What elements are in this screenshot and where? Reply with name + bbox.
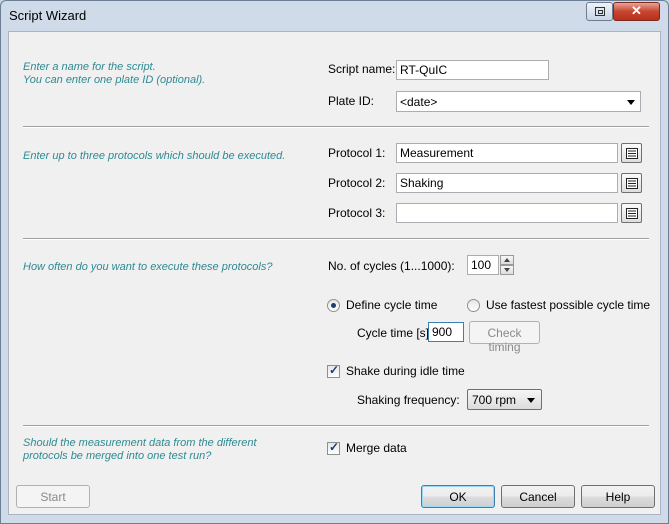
protocol-3-label: Protocol 3: [328,206,386,220]
shake-idle-label[interactable]: Shake during idle time [346,364,465,378]
dialog-body: Enter a name for the script. You can ent… [8,31,661,515]
restore-icon [595,7,605,16]
fastest-cycle-time-radio[interactable] [467,299,480,312]
protocols-hint: Enter up to three protocols which should… [23,150,286,162]
cycle-time-input[interactable]: 900 [428,322,464,342]
cycles-hint: How often do you want to execute these p… [23,261,273,273]
spin-up-icon[interactable] [500,255,514,265]
shake-idle-checkbox[interactable] [327,363,340,378]
cycles-label: No. of cycles (1...1000): [328,259,455,273]
shaking-frequency-combo[interactable]: 700 rpm [467,389,542,410]
script-name-label: Script name: [328,62,396,76]
protocol-3-browse-button[interactable] [621,203,642,223]
title-bar[interactable]: Script Wizard ✕ [1,1,668,31]
cycles-input[interactable]: 100 [467,255,499,275]
chevron-down-icon [627,100,635,105]
close-button[interactable]: ✕ [613,2,660,21]
cycle-time-label: Cycle time [s]: [357,326,433,340]
window-title: Script Wizard [9,8,87,23]
list-icon [626,148,638,159]
protocol-1-input[interactable]: Measurement [396,143,618,163]
spin-down-icon[interactable] [500,265,514,275]
list-icon [626,208,638,219]
script-name-input[interactable]: RT-QuIC [396,60,549,80]
ok-button[interactable]: OK [421,485,495,508]
merge-hint: Should the measurement data from the dif… [23,437,257,463]
restore-button[interactable] [586,2,613,21]
shaking-frequency-value: 700 rpm [472,393,517,407]
merge-data-label[interactable]: Merge data [346,441,407,455]
shaking-frequency-label: Shaking frequency: [357,393,460,407]
protocol-2-browse-button[interactable] [621,173,642,193]
protocol-2-input[interactable]: Shaking [396,173,618,193]
hint-line-2: You can enter one plate ID (optional). [23,74,206,86]
cancel-button[interactable]: Cancel [501,485,575,508]
script-wizard-window: Script Wizard ✕ Enter a name for the scr… [0,0,669,524]
script-name-hint: Enter a name for the script. You can ent… [23,61,205,87]
plate-id-value: <date> [400,95,438,109]
protocol-2-label: Protocol 2: [328,176,386,190]
hint-line-2: protocols be merged into one test run? [23,450,212,462]
protocol-1-browse-button[interactable] [621,143,642,163]
hint-line-1: Should the measurement data from the dif… [23,437,257,449]
plate-id-label: Plate ID: [328,94,375,108]
plate-id-combo[interactable]: <date> [396,91,641,112]
chevron-down-icon [527,398,535,403]
check-timing-button[interactable]: Check timing [469,321,540,354]
protocol-1-label: Protocol 1: [328,146,386,160]
cycles-spinner[interactable] [500,255,514,275]
define-cycle-time-radio[interactable] [327,299,340,312]
list-icon [626,178,638,189]
separator [23,126,649,128]
protocol-3-input[interactable] [396,203,618,223]
separator [23,238,649,240]
merge-data-checkbox[interactable] [327,440,340,455]
close-icon: ✕ [631,3,642,18]
separator [23,425,649,427]
hint-line-1: Enter a name for the script. [23,61,156,73]
define-cycle-time-label[interactable]: Define cycle time [346,298,437,312]
fastest-cycle-time-label[interactable]: Use fastest possible cycle time [486,298,650,312]
start-button[interactable]: Start [16,485,90,508]
help-button[interactable]: Help [581,485,655,508]
